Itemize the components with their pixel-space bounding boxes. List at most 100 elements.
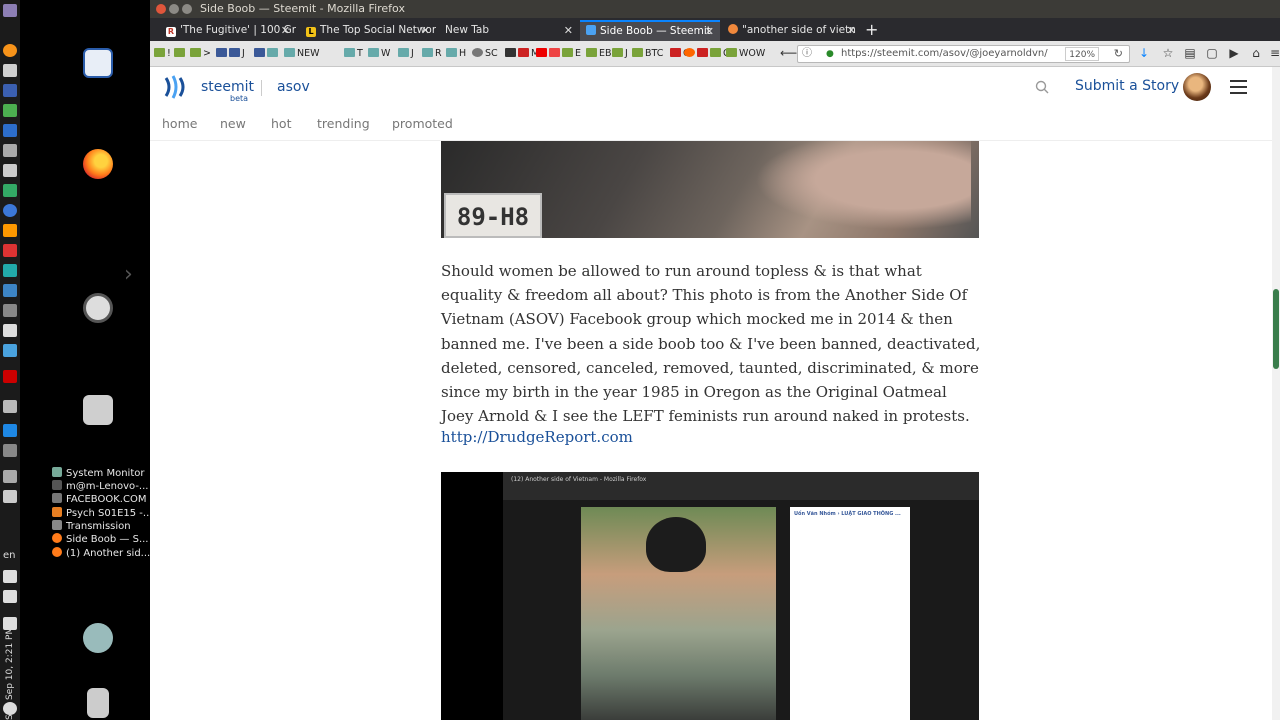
settings-icon[interactable] (83, 293, 113, 323)
firefox-icon[interactable] (83, 149, 113, 179)
youtube-icon[interactable]: ▶ (1227, 46, 1241, 60)
home-icon[interactable]: ⌂ (1249, 46, 1263, 60)
launcher-icon[interactable] (3, 224, 17, 237)
close-tab-icon[interactable]: ✕ (281, 20, 290, 41)
bookmark[interactable]: E (536, 47, 581, 61)
hamburger-menu-icon[interactable] (1230, 80, 1247, 94)
url-text[interactable]: https://steemit.com/asov/@joeyarnoldvn/ (841, 46, 1048, 62)
close-tab-icon[interactable]: ✕ (705, 22, 714, 41)
bookmark[interactable]: J (216, 47, 245, 61)
tab-active[interactable]: Side Boob — Steemit ✕ (580, 20, 720, 41)
clock[interactable]: Sun Sep 10, 2:21 PM (1, 560, 19, 720)
launcher-icon[interactable] (3, 400, 17, 413)
filezilla-icon[interactable] (3, 370, 17, 383)
bookmark[interactable]: W (368, 47, 390, 61)
bookmark[interactable]: J (398, 47, 414, 61)
close-window-button[interactable] (156, 4, 166, 14)
nav-new[interactable]: new (220, 116, 246, 131)
tab[interactable]: L The Top Social Networ ✕ (300, 20, 436, 41)
task-item[interactable]: System Monitor (52, 467, 150, 480)
chevron-right-icon[interactable]: › (124, 262, 133, 287)
bookmark[interactable]: R (422, 47, 442, 61)
task-item[interactable]: Side Boob — S... (52, 533, 150, 546)
bookmark[interactable]: > (190, 47, 211, 61)
bookmark-star-icon[interactable]: ☆ (1161, 46, 1175, 60)
bookmark[interactable]: ! (154, 47, 171, 61)
launcher-icon[interactable] (3, 84, 17, 97)
post-link[interactable]: http://DrudgeReport.com (441, 428, 633, 446)
close-tab-icon[interactable]: ✕ (564, 20, 573, 41)
launcher-icon[interactable] (3, 470, 17, 483)
bookmark[interactable]: EB (586, 47, 612, 61)
close-tab-icon[interactable]: ✕ (421, 20, 430, 41)
new-tab-button[interactable]: + (865, 20, 878, 40)
bookmark[interactable]: NEW (284, 47, 320, 61)
nav-home[interactable]: home (162, 116, 197, 131)
tab[interactable]: R 'The Fugitive' | 100 Gre ✕ (160, 20, 296, 41)
launcher-icon[interactable] (3, 204, 17, 217)
brand-name[interactable]: steemit (201, 79, 254, 95)
info-icon[interactable]: ⓘ (802, 46, 812, 62)
bookmark[interactable]: WOW (726, 47, 765, 61)
zoom-indicator[interactable]: 120% (1065, 47, 1099, 61)
bookmark[interactable]: M (505, 47, 539, 61)
launcher-icon[interactable] (3, 490, 17, 503)
reload-icon[interactable]: ↻ (1114, 46, 1123, 62)
bookmark[interactable]: SC (472, 47, 498, 61)
task-item[interactable]: Psych S01E15 -... (52, 507, 150, 520)
launcher-icon[interactable] (3, 184, 17, 197)
download-icon[interactable]: ↓ (1137, 46, 1151, 60)
bookmark[interactable]: J (612, 47, 628, 61)
bookmark[interactable]: H (446, 47, 466, 61)
launcher-icon[interactable] (3, 104, 17, 117)
bookmark[interactable] (174, 47, 187, 61)
nav-promoted[interactable]: promoted (392, 116, 453, 131)
menu-icon[interactable]: ≡ (1268, 46, 1280, 60)
launcher-icon[interactable] (3, 144, 17, 157)
launcher-icon[interactable] (3, 304, 17, 317)
steemit-logo-icon[interactable] (162, 74, 188, 100)
tag-name[interactable]: asov (277, 79, 310, 95)
trash-icon[interactable] (87, 688, 109, 718)
launcher-icon[interactable] (3, 444, 17, 457)
pocket-icon[interactable]: ▢ (1205, 46, 1219, 60)
launcher-icon[interactable] (3, 324, 17, 337)
launcher-icon[interactable] (3, 124, 17, 137)
launcher-icon[interactable] (3, 264, 17, 277)
task-item[interactable]: (1) Another sid... (52, 547, 150, 560)
launcher-icon[interactable] (3, 244, 17, 257)
minimize-window-button[interactable] (169, 4, 179, 14)
task-item[interactable]: Transmission (52, 520, 150, 533)
tab[interactable]: "another side of vietn ✕ (722, 20, 862, 41)
nav-trending[interactable]: trending (317, 116, 370, 131)
task-item[interactable]: FACEBOOK.COM (52, 493, 150, 506)
launcher-icon[interactable] (3, 4, 17, 17)
launcher-icon[interactable] (3, 424, 17, 437)
library-icon[interactable]: ▤ (1183, 46, 1197, 60)
bookmark[interactable] (254, 47, 280, 61)
upload-icon[interactable] (83, 623, 113, 653)
launcher-icon[interactable] (3, 164, 17, 177)
submit-story-link[interactable]: Submit a Story (1075, 78, 1179, 94)
bookmark[interactable]: BTC (632, 47, 663, 61)
back-icon[interactable]: ⟵ (780, 46, 797, 60)
nav-hot[interactable]: hot (271, 116, 291, 131)
launcher-icon[interactable] (3, 284, 17, 297)
launcher-icon[interactable] (3, 64, 17, 77)
task-item[interactable]: m@m-Lenovo-... (52, 480, 150, 493)
avatar[interactable] (1183, 73, 1211, 101)
files-icon[interactable] (83, 395, 113, 425)
close-tab-icon[interactable]: ✕ (847, 20, 856, 41)
scrollbar-thumb[interactable] (1273, 289, 1279, 369)
url-bar[interactable]: ⓘ ● https://steemit.com/asov/@joeyarnold… (797, 45, 1130, 63)
maximize-window-button[interactable] (182, 4, 192, 14)
scrollbar[interactable] (1272, 67, 1280, 720)
tab[interactable]: New Tab ✕ (439, 20, 579, 41)
document-icon[interactable] (83, 48, 113, 78)
bitcoin-icon[interactable] (3, 44, 17, 57)
bookmark[interactable]: G (684, 47, 730, 61)
bookmark[interactable]: T (344, 47, 363, 61)
search-icon[interactable] (1035, 80, 1049, 94)
power-icon[interactable] (3, 702, 17, 715)
launcher-icon[interactable] (3, 344, 17, 357)
